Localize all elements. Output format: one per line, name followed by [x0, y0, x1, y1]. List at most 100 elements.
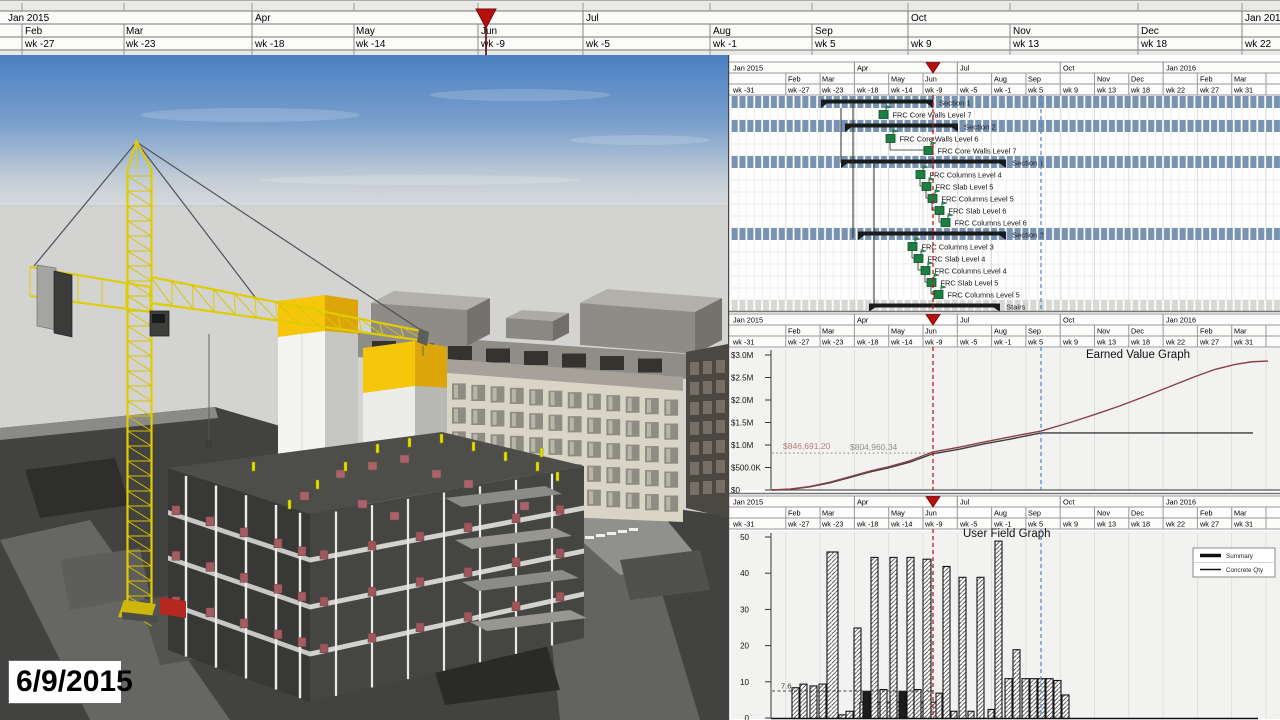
formwork-block: [368, 587, 376, 596]
formwork-block: [240, 619, 248, 628]
formwork-block: [336, 470, 345, 478]
task-label: FRC Core Walls Level 7: [938, 146, 1017, 155]
formwork-block: [416, 623, 424, 632]
crane-hook: [206, 440, 212, 447]
timeline-month-label: May: [891, 509, 905, 518]
timeline-week-label: wk -9: [924, 86, 942, 95]
formwork-block: [368, 462, 377, 470]
counterweight: [54, 271, 72, 337]
formwork-block: [300, 492, 309, 500]
uf-title: User Field Graph: [963, 528, 1051, 540]
task-marker: [908, 243, 917, 251]
uf-axis-label: 20: [740, 642, 749, 651]
task-label: FRC Slab Level 5: [941, 278, 999, 287]
analysis-panels[interactable]: Jan 2015AprJulOctJan 2016FebMarMayJunAug…: [728, 55, 1280, 720]
formwork-block: [464, 480, 473, 488]
timeline-quarter-label: Jan 2015: [733, 498, 763, 507]
timeline-week-label: wk -27: [787, 86, 810, 95]
scene-3d: [0, 55, 728, 720]
formwork-block: [368, 633, 376, 642]
cloud: [260, 175, 580, 185]
uf-bar: [988, 709, 994, 718]
current-date-text: 6/9/2015: [9, 665, 133, 699]
timeline-quarter-label: Apr: [857, 316, 869, 325]
uf-threshold-label: 7.6: [781, 681, 791, 690]
formwork-block: [464, 523, 472, 532]
formwork-block: [400, 455, 409, 463]
crosswalk-mark: [596, 534, 605, 537]
uf-bar: [1062, 695, 1069, 719]
timeline-week-label: wk 22: [1165, 338, 1185, 347]
gantt-row: Section 1: [731, 96, 1280, 108]
uf-bar: [977, 577, 984, 718]
uf-bar: [890, 557, 897, 718]
formwork-block: [464, 612, 472, 621]
timeline-week-label: wk -27: [787, 338, 810, 347]
timeline-month-label: Aug: [994, 327, 1007, 336]
timeline-quarter-label: Jan 2015: [8, 13, 50, 24]
timeline-quarter-label: Jul: [586, 13, 599, 24]
timeline-week-label: wk -1: [993, 338, 1011, 347]
timeline-week-label: wk 9: [910, 39, 932, 50]
task-label: FRC Core Walls Level 7: [893, 110, 972, 119]
formwork-block: [556, 505, 564, 514]
formwork-block: [512, 558, 520, 567]
timeline-month-label: Sep: [815, 26, 833, 37]
uf-bar: [959, 577, 966, 718]
task-marker: [924, 147, 933, 155]
formwork-block: [298, 592, 306, 601]
formwork-block: [320, 644, 328, 653]
safety-post: [556, 472, 559, 481]
timeline-week-label: wk -14: [890, 520, 913, 529]
timeline-month-label: Aug: [994, 509, 1007, 518]
formwork-block: [298, 547, 306, 556]
formwork-block: [172, 506, 180, 515]
safety-post: [344, 462, 347, 471]
timeline-week-label: wk -18: [254, 39, 285, 50]
timeline-quarter-label: Jan 2016: [1166, 64, 1196, 73]
timeline-month-label: Mar: [1234, 327, 1247, 336]
timeline-month-label: Jun: [925, 327, 937, 336]
formwork-block: [368, 541, 376, 550]
timeline-week-label: wk 27: [1199, 338, 1219, 347]
cloud: [430, 89, 610, 101]
task-label: FRC Slab Level 5: [936, 182, 994, 191]
uf-bar: [936, 693, 942, 718]
safety-post: [288, 500, 291, 509]
safety-post: [376, 444, 379, 453]
timeline-week-label: wk -27: [24, 39, 55, 50]
uf-bar: [1022, 679, 1029, 719]
timeline-month-label: Feb: [788, 327, 801, 336]
viewport-3d[interactable]: 6/9/2015: [0, 55, 729, 720]
gantt-row: Stairs: [731, 300, 1280, 312]
timeline-week-label: wk -18: [856, 338, 879, 347]
task-marker: [922, 183, 931, 191]
timeline-month-label: Dec: [1131, 327, 1144, 336]
task-label: FRC Columns Level 6: [955, 218, 1027, 227]
timeline-month-label: Sep: [1028, 327, 1041, 336]
formwork-block: [390, 512, 399, 520]
summary-label: Section 2: [964, 123, 996, 132]
timeline-week-label: wk -23: [125, 39, 156, 50]
timeline-week-label: wk -5: [959, 86, 977, 95]
formwork-block: [274, 584, 282, 593]
safety-post: [440, 434, 443, 443]
timeline-week-label: wk -9: [924, 520, 942, 529]
task-label: FRC Columns Level 5: [948, 290, 1020, 299]
safety-post: [536, 462, 539, 471]
earned-value-panel[interactable]: Jan 2015AprJulOctJan 2016FebMarMayJunAug…: [728, 314, 1280, 495]
summary-bar: [841, 160, 1006, 164]
formwork-block: [274, 539, 282, 548]
task-marker: [879, 111, 888, 119]
uf-axis-label: 10: [740, 678, 749, 687]
timeline-week-label: wk -9: [480, 39, 505, 50]
timeline-month-label: Mar: [1234, 509, 1247, 518]
summary-label: Section 2: [1012, 231, 1044, 240]
timeline-week-label: wk 27: [1199, 86, 1219, 95]
timeline-month-label: May: [891, 75, 905, 84]
timeline-week-label: wk 5: [1027, 86, 1043, 95]
uf-axis-label: 50: [740, 533, 749, 542]
timeline-month-label: Nov: [1097, 509, 1110, 518]
formwork-block: [274, 630, 282, 639]
top-timeline-scrubber[interactable]: Jan 2015AprJulOctJan 201FebMarMayJunAugS…: [0, 0, 1280, 55]
